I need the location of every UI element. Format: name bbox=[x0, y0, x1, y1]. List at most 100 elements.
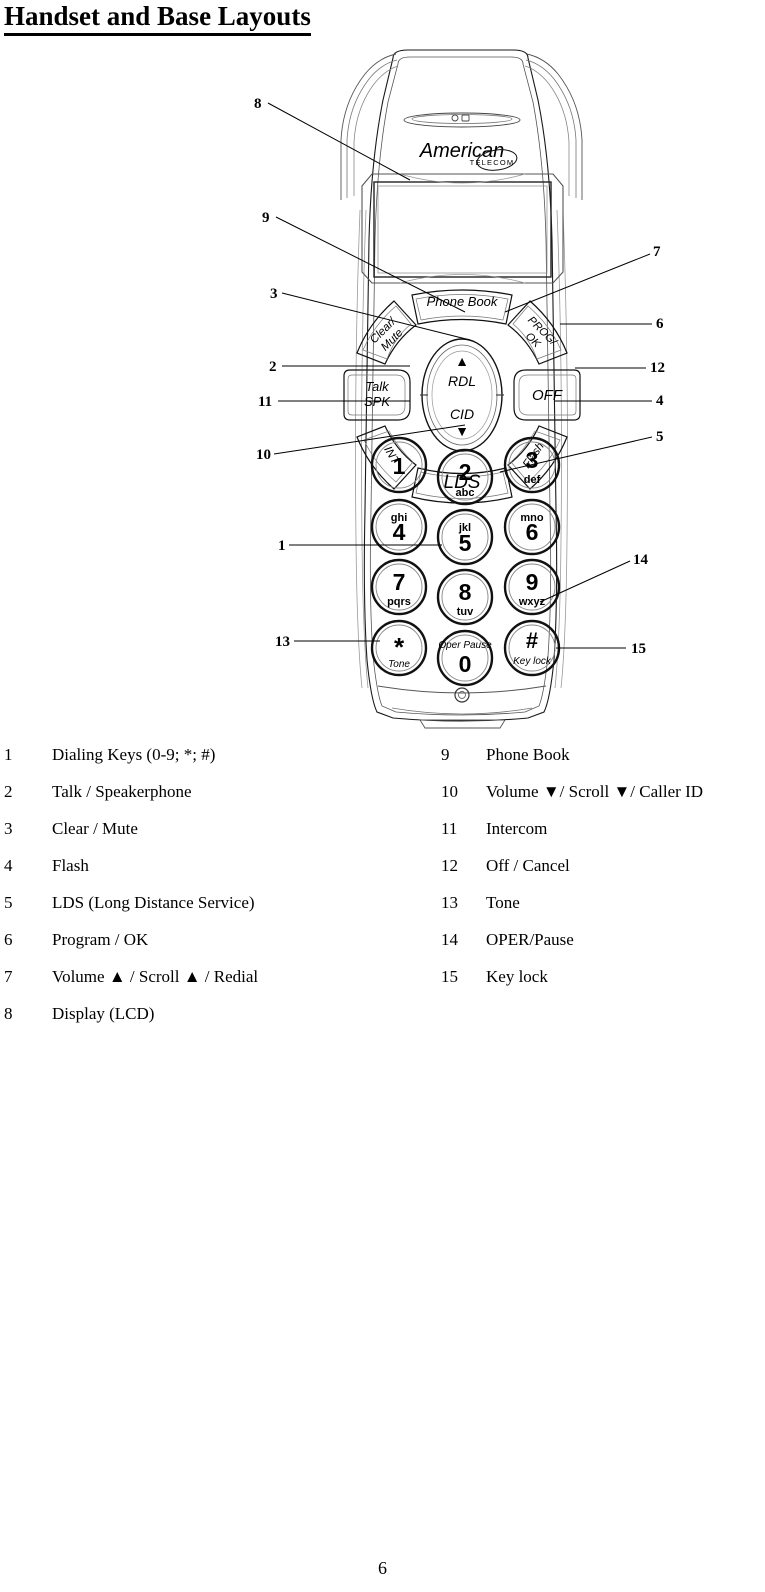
handset-diagram: American TELECOM Phone Book Clear/ Mute … bbox=[0, 40, 765, 740]
callout-11: 11 bbox=[258, 394, 272, 410]
key-4-digit: 4 bbox=[393, 519, 406, 545]
key-5[interactable]: jkl 5 bbox=[436, 508, 494, 566]
legend-label: Off / Cancel bbox=[486, 856, 570, 875]
key-star-letters: Tone bbox=[388, 659, 410, 670]
legend-item: 6 Program / OK bbox=[4, 921, 434, 958]
callout-15: 15 bbox=[631, 641, 646, 657]
legend-label: LDS (Long Distance Service) bbox=[52, 893, 255, 912]
legend-number: 9 bbox=[441, 745, 450, 764]
legend-item: 3 Clear / Mute bbox=[4, 810, 434, 847]
redial-label: RDL bbox=[448, 373, 476, 389]
page-title: Handset and Base Layouts bbox=[4, 0, 311, 36]
legend-label: Flash bbox=[52, 856, 89, 875]
legend-column-right: 9 Phone Book 10 Volume ▼/ Scroll ▼/ Call… bbox=[441, 736, 765, 995]
callout-7: 7 bbox=[653, 244, 661, 260]
legend-label: Intercom bbox=[486, 819, 548, 838]
legend-item: 8 Display (LCD) bbox=[4, 995, 434, 1032]
key-hash[interactable]: # Key lock bbox=[503, 619, 561, 677]
brand-logo: American TELECOM bbox=[419, 140, 518, 171]
legend-label: Display (LCD) bbox=[52, 1004, 155, 1023]
callout-6: 6 bbox=[656, 316, 664, 332]
brand-sub: TELECOM bbox=[470, 158, 515, 167]
key-0-digit: 0 bbox=[459, 651, 472, 677]
key-8-digit: 8 bbox=[459, 579, 472, 605]
legend-item: 1 Dialing Keys (0-9; *; #) bbox=[4, 736, 434, 773]
callout-2: 2 bbox=[269, 359, 277, 375]
key-5-digit: 5 bbox=[459, 530, 472, 556]
callout-12: 12 bbox=[650, 360, 665, 376]
key-2-letters: abc bbox=[456, 487, 475, 499]
key-0-letters: Oper Pause bbox=[438, 640, 492, 651]
microphone-icon bbox=[454, 687, 470, 703]
legend-label: Key lock bbox=[486, 967, 548, 986]
legend-label: Volume ▼/ Scroll ▼/ Caller ID bbox=[486, 782, 704, 801]
key-star-digit: * bbox=[394, 632, 405, 662]
legend-number: 12 bbox=[441, 856, 458, 875]
legend-item: 11 Intercom bbox=[441, 810, 765, 847]
legend-label: OPER/Pause bbox=[486, 930, 574, 949]
legend-label: Dialing Keys (0-9; *; #) bbox=[52, 745, 216, 764]
legend-label: Talk / Speakerphone bbox=[52, 782, 192, 801]
key-9-letters: wxyz bbox=[518, 596, 546, 608]
key-hash-letters: Key lock bbox=[513, 656, 552, 667]
key-6[interactable]: mno 6 bbox=[503, 498, 561, 556]
legend-item: 14 OPER/Pause bbox=[441, 921, 765, 958]
legend-number: 14 bbox=[441, 930, 458, 949]
legend-number: 11 bbox=[441, 819, 458, 838]
legend-item: 10 Volume ▼/ Scroll ▼/ Caller ID bbox=[441, 773, 765, 810]
key-1-digit: 1 bbox=[393, 453, 406, 479]
callout-8: 8 bbox=[254, 96, 262, 112]
legend-number: 6 bbox=[4, 930, 13, 949]
legend-number: 2 bbox=[4, 782, 13, 801]
legend-label: Phone Book bbox=[486, 745, 570, 764]
legend-item: 9 Phone Book bbox=[441, 736, 765, 773]
key-star[interactable]: * Tone bbox=[370, 619, 428, 677]
legend-item: 2 Talk / Speakerphone bbox=[4, 773, 434, 810]
key-hash-digit: # bbox=[526, 628, 538, 653]
key-3-letters: def bbox=[524, 474, 541, 486]
legend-item: 7 Volume ▲ / Scroll ▲ / Redial bbox=[4, 958, 434, 995]
key-0[interactable]: Oper Pause 0 bbox=[436, 629, 494, 687]
legend-number: 3 bbox=[4, 819, 13, 838]
up-arrow-icon: ▲ bbox=[455, 353, 469, 369]
legend-number: 5 bbox=[4, 893, 13, 912]
key-8[interactable]: 8 tuv bbox=[436, 568, 494, 626]
legend-number: 15 bbox=[441, 967, 458, 986]
key-9-digit: 9 bbox=[526, 569, 539, 595]
legend-number: 8 bbox=[4, 1004, 13, 1023]
page-number: 6 bbox=[378, 1558, 387, 1578]
callout-4: 4 bbox=[656, 393, 664, 409]
legend-label: Clear / Mute bbox=[52, 819, 138, 838]
key-7-digit: 7 bbox=[393, 569, 406, 595]
legend-number: 4 bbox=[4, 856, 13, 875]
key-7[interactable]: 7 pqrs bbox=[370, 558, 428, 616]
key-8-letters: tuv bbox=[457, 606, 474, 618]
phone-book-label-line1: Phone Book bbox=[427, 294, 499, 309]
key-7-letters: pqrs bbox=[387, 596, 411, 608]
key-4[interactable]: ghi 4 bbox=[370, 498, 428, 556]
callout-3: 3 bbox=[270, 286, 278, 302]
callout-13: 13 bbox=[275, 634, 290, 650]
legend-item: 5 LDS (Long Distance Service) bbox=[4, 884, 434, 921]
legend-column-left: 1 Dialing Keys (0-9; *; #) 2 Talk / Spea… bbox=[4, 736, 434, 1032]
lcd-display bbox=[361, 173, 564, 284]
numeric-keypad: 1 2 abc 3 def ghi 4 jkl 5 mno 6 7 pqrs 8… bbox=[370, 436, 561, 687]
callout-5: 5 bbox=[656, 429, 664, 445]
legend-item: 4 Flash bbox=[4, 847, 434, 884]
key-2-digit: 2 bbox=[459, 459, 472, 485]
callout-1: 1 bbox=[278, 538, 286, 554]
key-3-digit: 3 bbox=[526, 447, 539, 473]
legend-item: 13 Tone bbox=[441, 884, 765, 921]
legend-number: 1 bbox=[4, 745, 13, 764]
key-6-digit: 6 bbox=[526, 519, 539, 545]
caller-id-label: CID bbox=[450, 406, 474, 422]
legend-item: 12 Off / Cancel bbox=[441, 847, 765, 884]
legend-number: 10 bbox=[441, 782, 458, 801]
page-title-text: Handset and Base Layouts bbox=[4, 0, 311, 36]
legend-number: 13 bbox=[441, 893, 458, 912]
callout-14: 14 bbox=[633, 552, 649, 568]
callout-9: 9 bbox=[262, 210, 270, 226]
legend-label: Program / OK bbox=[52, 930, 149, 949]
callout-10: 10 bbox=[256, 447, 271, 463]
legend-number: 7 bbox=[4, 967, 13, 986]
